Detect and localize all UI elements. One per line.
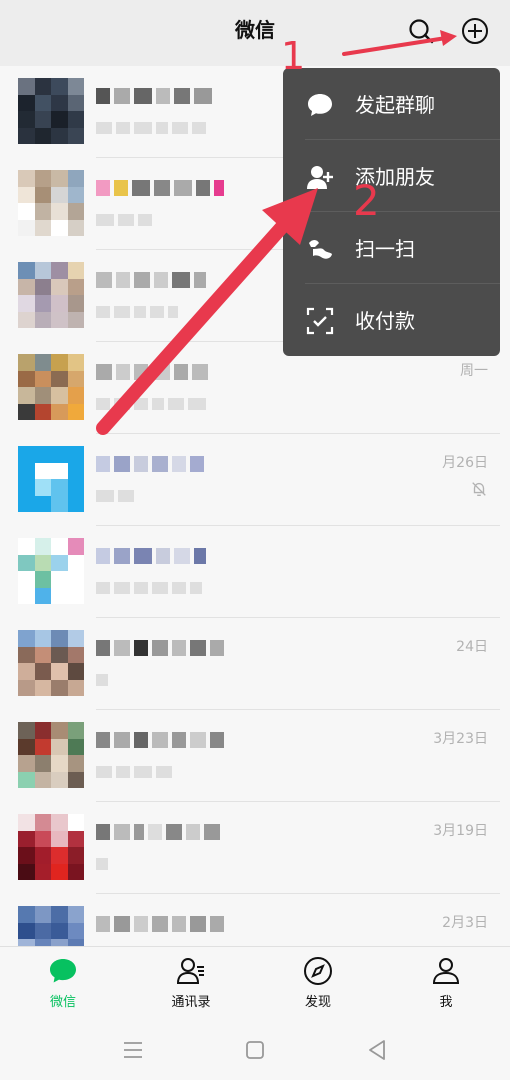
avatar: [18, 446, 84, 512]
avatar: [18, 906, 84, 946]
chat-name: [96, 456, 204, 474]
menu-item-add-friend[interactable]: 添加朋友: [283, 140, 500, 212]
tab-me[interactable]: 我: [396, 955, 496, 1017]
back-icon[interactable]: [363, 1036, 391, 1064]
chat-name: [96, 272, 206, 290]
chat-name: [96, 916, 224, 934]
chats-icon: [50, 959, 76, 983]
avatar: [18, 354, 84, 420]
chat-preview: [96, 582, 202, 596]
bottom-tab-bar: 微信 通讯录 发现 我: [0, 946, 510, 1021]
add-friend-icon: [307, 166, 333, 189]
chat-preview: [96, 214, 152, 228]
avatar: [18, 78, 84, 144]
menu-item-group-chat[interactable]: 发起群聊: [283, 68, 500, 140]
chat-name: [96, 824, 220, 842]
chat-name: [96, 548, 206, 566]
mute-bell-icon: [472, 482, 486, 496]
chat-preview: [96, 674, 108, 688]
chat-row[interactable]: 月26日: [0, 434, 510, 526]
contacts-icon: [176, 958, 204, 984]
avatar: [18, 538, 84, 604]
payment-icon: [306, 307, 334, 335]
menu-label: 发起群聊: [355, 93, 435, 117]
chat-preview: [96, 398, 206, 412]
scan-icon: [309, 240, 332, 259]
add-circle-icon[interactable]: [460, 16, 490, 46]
avatar: [18, 170, 84, 236]
chat-preview: [96, 306, 178, 320]
chat-time: 2月3日: [442, 915, 488, 931]
me-icon: [432, 958, 460, 984]
chat-row[interactable]: 3月23日: [0, 710, 510, 802]
plus-popup-menu: 发起群聊 添加朋友 扫一扫 收付款: [283, 68, 500, 356]
chat-preview: [96, 766, 172, 780]
discover-icon: [304, 957, 332, 985]
chat-name: [96, 180, 224, 198]
chat-name: [96, 88, 212, 106]
chat-name: [96, 640, 224, 658]
chat-row[interactable]: 2月3日: [0, 894, 510, 946]
chat-row[interactable]: 24日: [0, 618, 510, 710]
avatar: [18, 722, 84, 788]
tab-label: 通讯录: [171, 995, 211, 1010]
chat-time: 3月19日: [433, 823, 488, 839]
menu-item-payment[interactable]: 收付款: [283, 284, 500, 356]
tab-chats[interactable]: 微信: [13, 955, 113, 1017]
menu-item-scan[interactable]: 扫一扫: [283, 212, 500, 284]
chat-time: 周一: [460, 363, 488, 379]
chat-time: 月26日: [442, 455, 488, 471]
avatar: [18, 262, 84, 328]
chat-preview: [96, 122, 206, 136]
search-icon[interactable]: [406, 16, 436, 46]
tab-contacts[interactable]: 通讯录: [141, 955, 241, 1017]
menu-icon[interactable]: [119, 1036, 147, 1064]
chat-time: 3月23日: [433, 731, 488, 747]
chat-row[interactable]: [0, 526, 510, 618]
tab-discover[interactable]: 发现: [268, 955, 368, 1017]
avatar: [18, 814, 84, 880]
annotation-step-1: 1: [281, 34, 306, 78]
chat-name: [96, 732, 224, 750]
home-icon[interactable]: [241, 1036, 269, 1064]
avatar: [18, 630, 84, 696]
tab-label: 微信: [49, 995, 76, 1010]
chat-time: 24日: [456, 639, 488, 655]
tab-label: 发现: [304, 995, 331, 1010]
tab-label: 我: [439, 995, 453, 1010]
chat-name: [96, 364, 208, 382]
menu-label: 收付款: [355, 309, 415, 333]
annotation-step-2: 2: [353, 176, 380, 225]
menu-label: 扫一扫: [355, 237, 415, 261]
chat-bubble-icon: [308, 94, 332, 116]
chat-row[interactable]: 3月19日: [0, 802, 510, 894]
system-nav-bar: [0, 1020, 510, 1080]
top-bar: 微信: [0, 0, 510, 66]
chat-preview: [96, 858, 108, 872]
chat-preview: [96, 490, 134, 504]
